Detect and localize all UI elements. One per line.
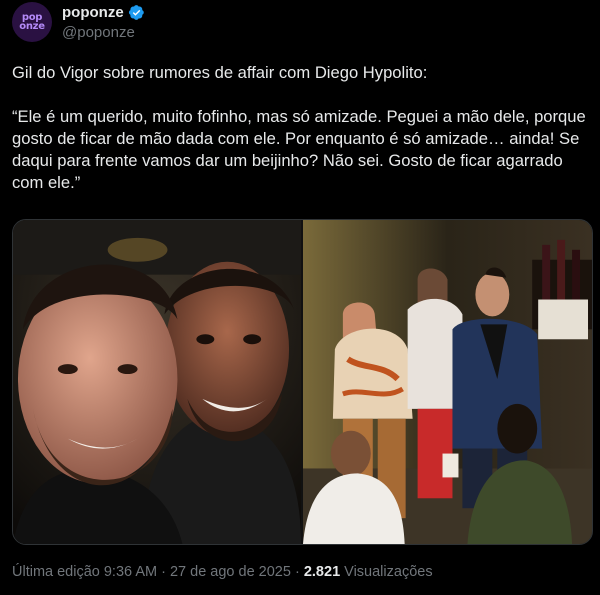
- post-date[interactable]: 27 de ago de 2025: [170, 564, 291, 580]
- event-photo[interactable]: [303, 220, 592, 544]
- post-text: Gil do Vigor sobre rumores de affair com…: [12, 62, 588, 194]
- post-card: pop onze poponze @poponze Gil do Vigor s…: [0, 0, 600, 595]
- verified-badge-icon[interactable]: [128, 4, 145, 21]
- post-quote: “Ele é um querido, muito fofinho, mas só…: [12, 107, 586, 192]
- meta-separator: ·: [294, 564, 300, 580]
- author-names: poponze @poponze: [62, 4, 145, 41]
- edited-timestamp[interactable]: Última edição 9:36 AM: [12, 564, 157, 580]
- avatar-logo-bottom: onze: [19, 21, 45, 32]
- selfie-photo[interactable]: [13, 220, 301, 544]
- meta-separator: ·: [161, 564, 166, 580]
- handle[interactable]: @poponze: [62, 24, 145, 41]
- media-grid: [12, 219, 593, 545]
- event-photo-image: [303, 220, 592, 544]
- views-label: Visualizações: [344, 564, 433, 580]
- selfie-photo-image: [13, 220, 301, 544]
- display-name-row: poponze: [62, 4, 145, 21]
- display-name[interactable]: poponze: [62, 4, 124, 21]
- post-header: pop onze poponze @poponze: [12, 2, 145, 42]
- views-count: 2.821: [303, 564, 341, 580]
- post-intro: Gil do Vigor sobre rumores de affair com…: [12, 63, 428, 82]
- post-meta: Última edição 9:36 AM · 27 de ago de 202…: [12, 564, 433, 580]
- avatar[interactable]: pop onze: [12, 2, 52, 42]
